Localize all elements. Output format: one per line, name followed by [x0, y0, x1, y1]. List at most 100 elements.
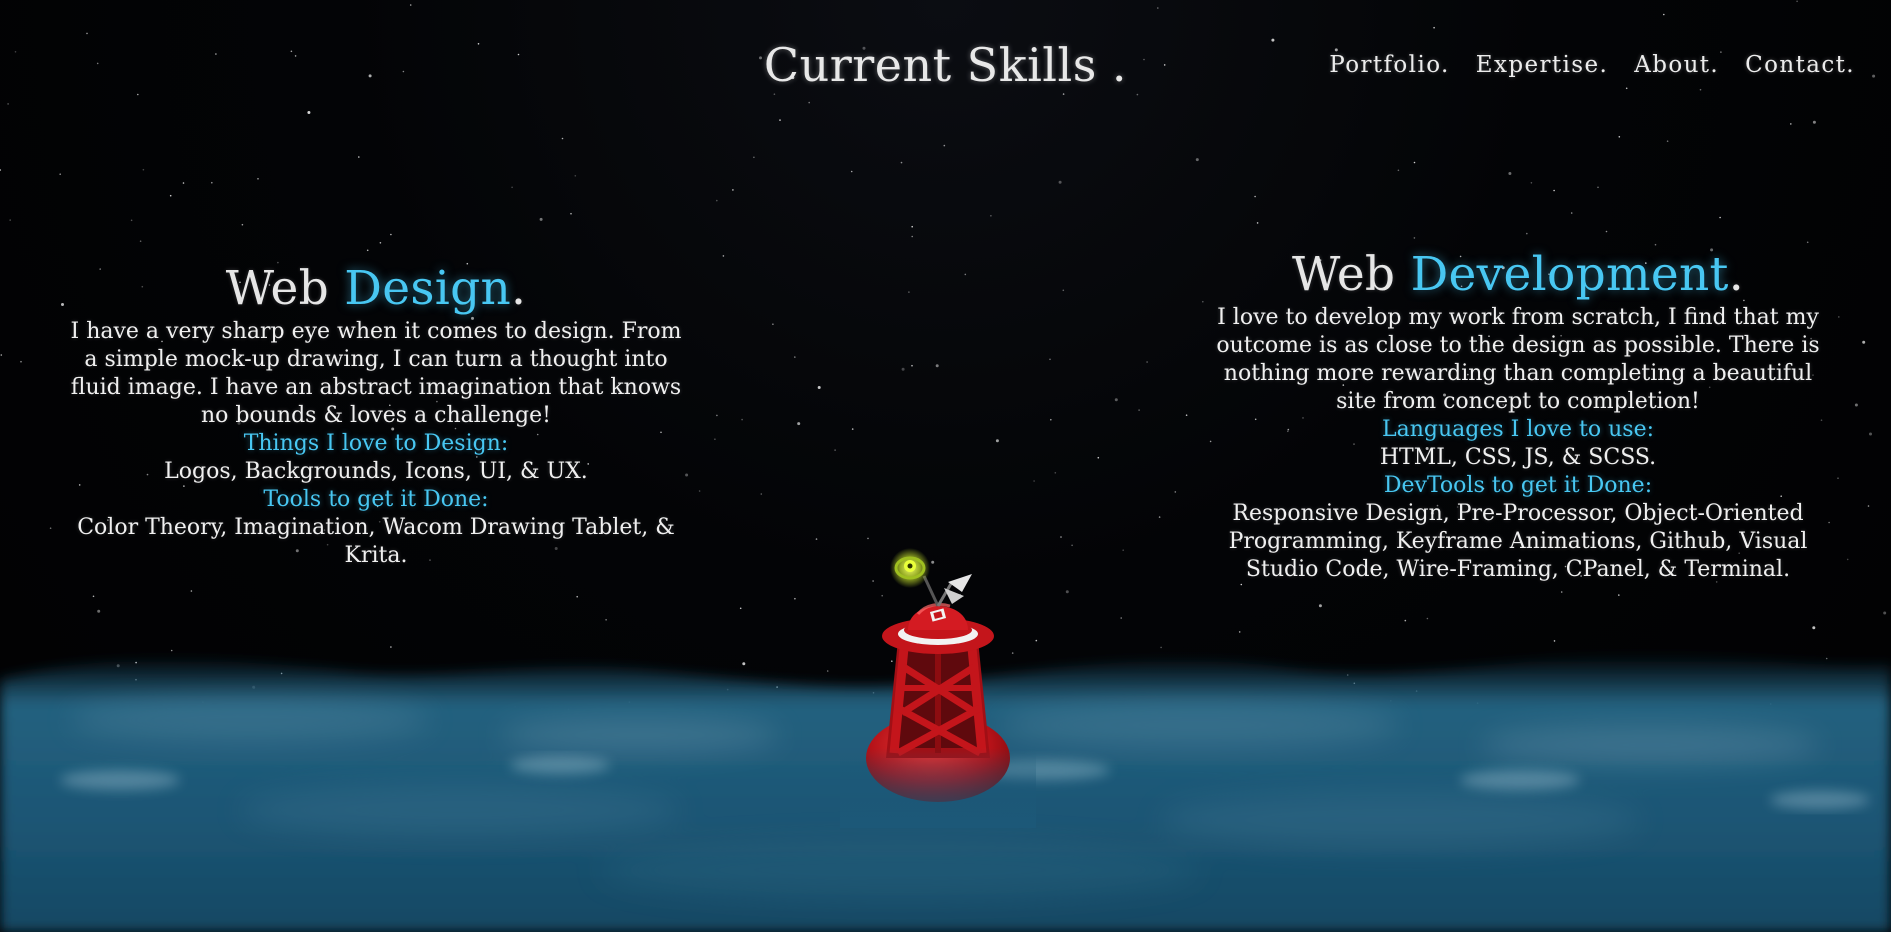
web-design-heading-accent: Design: [344, 261, 512, 316]
star: [61, 303, 64, 306]
star: [732, 189, 734, 191]
star: [1867, 505, 1870, 507]
star: [139, 240, 142, 242]
star: [995, 439, 999, 443]
star: [850, 170, 853, 173]
star: [1806, 241, 1809, 244]
star: [772, 323, 774, 326]
star: [797, 422, 801, 426]
star: [1530, 182, 1533, 184]
star: [1812, 626, 1816, 630]
star: [1138, 409, 1140, 411]
star: [1097, 456, 1100, 459]
main-nav: Portfolio. Expertise. About. Contact.: [1329, 52, 1855, 78]
star: [1413, 237, 1416, 239]
skills-page: Current Skills . Portfolio. Expertise. A…: [0, 0, 1891, 932]
star: [1195, 158, 1199, 162]
star: [911, 225, 913, 228]
star: [257, 178, 259, 180]
star: [358, 156, 360, 158]
star: [1663, 13, 1665, 16]
star: [1404, 619, 1407, 622]
star: [943, 144, 946, 147]
star: [990, 215, 992, 217]
star: [605, 619, 607, 621]
star: [1114, 398, 1118, 402]
nav-link-contact[interactable]: Contact.: [1745, 52, 1855, 78]
star: [570, 212, 572, 215]
star: [714, 438, 716, 441]
star: [86, 32, 88, 35]
star: [1605, 230, 1608, 233]
star: [1318, 604, 1322, 608]
star: [1049, 358, 1051, 361]
star: [92, 595, 95, 598]
star: [716, 414, 718, 417]
star: [190, 590, 193, 592]
star: [851, 428, 854, 430]
star: [908, 291, 910, 293]
nav-link-portfolio[interactable]: Portfolio.: [1329, 52, 1449, 78]
star: [1158, 516, 1161, 518]
star: [1413, 161, 1416, 164]
web-design-heading-main: Web: [225, 261, 345, 316]
star: [1238, 631, 1241, 633]
star: [539, 217, 543, 221]
star: [1869, 432, 1872, 436]
star: [1883, 611, 1887, 615]
star: [773, 93, 776, 95]
web-design-description: I have a very sharp eye when it comes to…: [70, 319, 682, 428]
star: [576, 595, 578, 598]
star: [211, 181, 213, 184]
star: [1058, 180, 1062, 184]
web-design-tools-list: Color Theory, Imagination, Wacom Drawing…: [77, 515, 675, 568]
web-development-heading-accent: Development: [1410, 247, 1729, 302]
star: [698, 490, 701, 492]
star: [739, 607, 742, 610]
star: [379, 242, 382, 244]
star: [741, 418, 743, 421]
star: [964, 273, 967, 276]
star: [1837, 477, 1839, 480]
star: [1185, 414, 1188, 417]
star: [1062, 93, 1065, 95]
star: [1397, 169, 1400, 172]
star: [901, 367, 905, 371]
star: [20, 360, 22, 363]
star: [9, 219, 11, 221]
web-development-devtools-heading: DevTools to get it Done:: [1383, 473, 1653, 498]
star: [1256, 222, 1259, 224]
star: [867, 537, 869, 540]
nav-link-expertise[interactable]: Expertise.: [1476, 52, 1608, 78]
star: [7, 103, 9, 105]
bell-buoy-icon: [840, 548, 1036, 828]
star: [1597, 186, 1599, 189]
star: [911, 235, 913, 238]
star: [561, 137, 564, 140]
nav-link-about[interactable]: About.: [1634, 52, 1719, 78]
star: [409, 4, 412, 6]
star: [935, 364, 939, 368]
star: [1202, 300, 1204, 303]
web-design-heading-dot: .: [511, 261, 527, 316]
star: [1146, 361, 1148, 363]
web-design-section: Web Design. I have a very sharp eye when…: [66, 262, 686, 570]
star: [1065, 590, 1069, 594]
star: [241, 223, 244, 226]
star: [1618, 136, 1621, 138]
star: [1060, 536, 1062, 538]
star: [753, 156, 755, 159]
web-development-languages-list: HTML, CSS, JS, & SCSS.: [1379, 445, 1657, 470]
star: [1854, 403, 1858, 407]
star: [1174, 491, 1177, 493]
star: [1654, 243, 1657, 246]
star: [794, 597, 796, 600]
star: [1157, 7, 1159, 9]
star: [366, 249, 369, 252]
star: [1120, 617, 1122, 619]
star: [1433, 26, 1435, 29]
star: [815, 538, 818, 540]
star: [1254, 195, 1256, 198]
star: [137, 93, 139, 96]
star: [0, 169, 2, 171]
